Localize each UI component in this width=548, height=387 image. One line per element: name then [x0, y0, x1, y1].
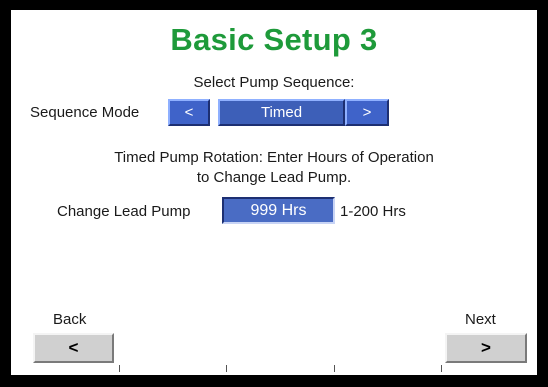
divider-tick: [441, 365, 442, 372]
chevron-left-icon: <: [184, 104, 194, 121]
change-lead-pump-hours-value: 999 Hrs: [250, 201, 307, 219]
sequence-mode-value-text: Timed: [260, 104, 303, 121]
chevron-right-icon: >: [481, 338, 491, 357]
sequence-mode-label: Sequence Mode: [30, 104, 140, 121]
sequence-mode-value[interactable]: Timed: [218, 99, 345, 126]
change-lead-pump-label: Change Lead Pump: [57, 203, 191, 220]
back-label: Back: [53, 311, 87, 328]
description-line-1: Timed Pump Rotation: Enter Hours of Oper…: [114, 149, 434, 166]
hours-range-hint: 1-200 Hrs: [340, 203, 406, 220]
chevron-left-icon: <: [68, 338, 79, 357]
sequence-prev-button[interactable]: <: [168, 99, 210, 126]
next-label: Next: [465, 311, 496, 328]
change-lead-pump-hours-field[interactable]: 999 Hrs: [222, 197, 335, 224]
select-pump-sequence-prompt: Select Pump Sequence:: [193, 74, 355, 91]
footer-divider-ticks: [11, 363, 537, 372]
sequence-next-button[interactable]: >: [345, 99, 389, 126]
page-title: Basic Setup 3: [170, 22, 378, 57]
back-button[interactable]: <: [33, 333, 114, 363]
divider-tick: [226, 365, 227, 372]
chevron-right-icon: >: [362, 104, 372, 121]
setup-screen: Basic Setup 3 Select Pump Sequence: Sequ…: [11, 10, 537, 375]
divider-tick: [119, 365, 120, 372]
description-line-2: to Change Lead Pump.: [196, 169, 352, 186]
next-button[interactable]: >: [445, 333, 527, 363]
divider-tick: [334, 365, 335, 372]
